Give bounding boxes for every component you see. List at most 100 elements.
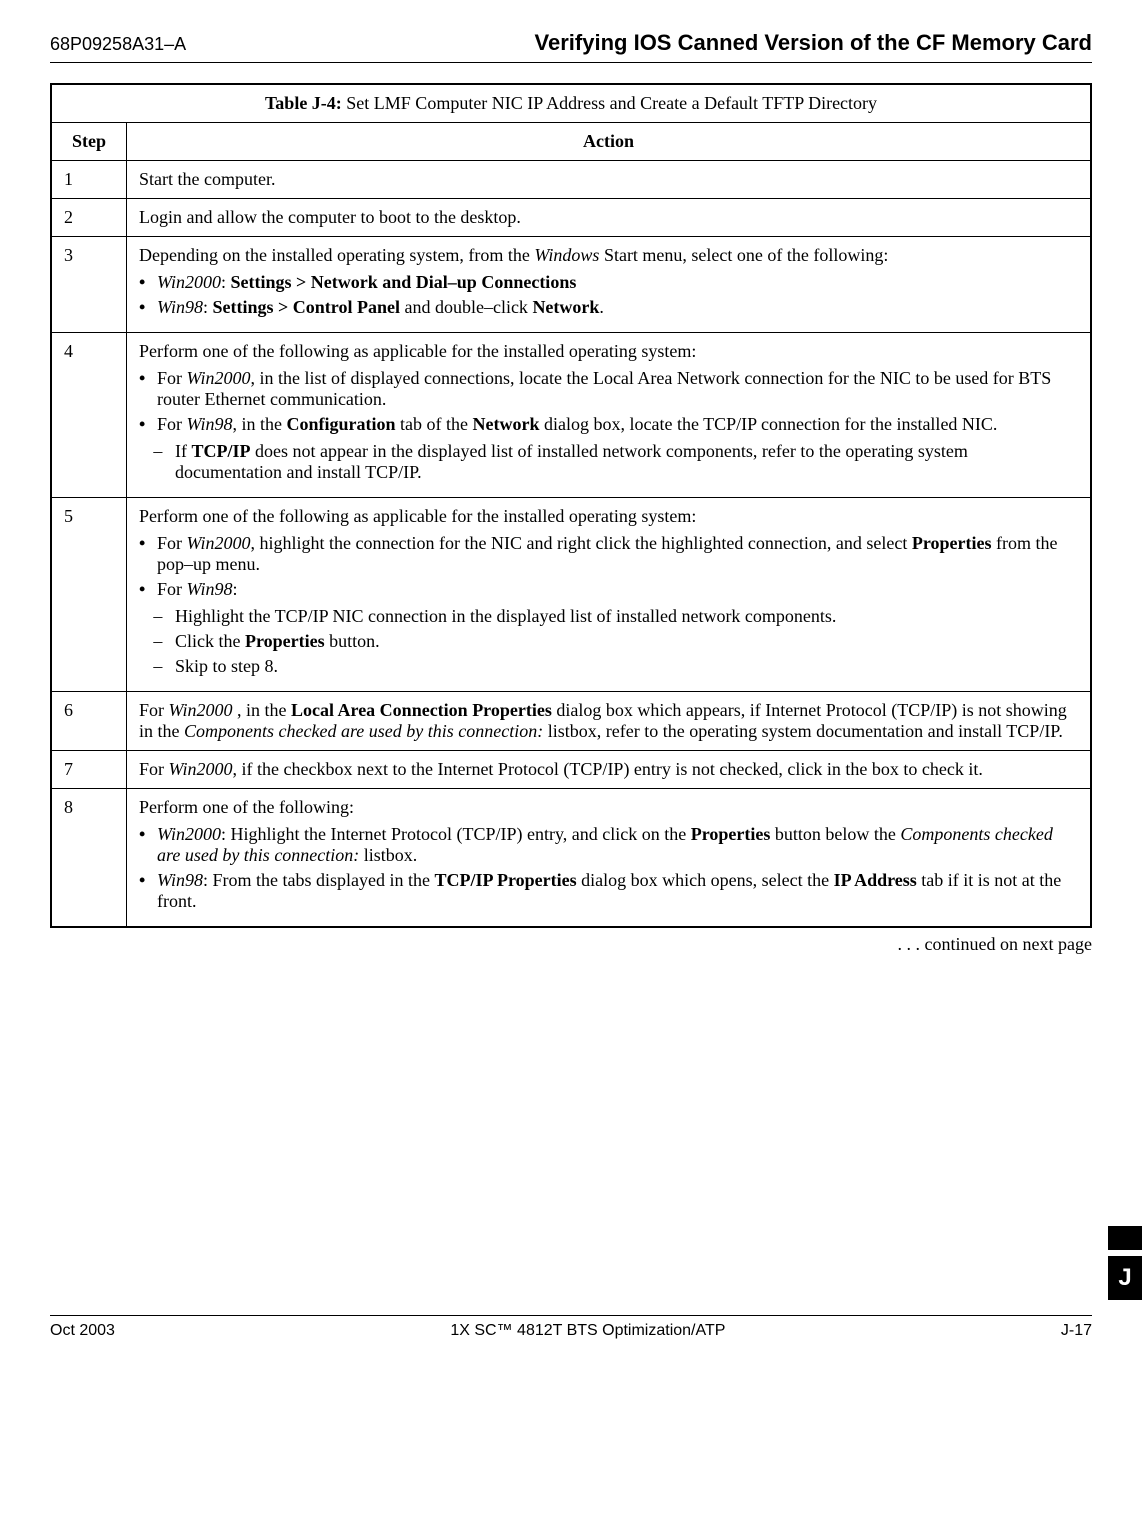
text: Win2000	[187, 533, 251, 553]
step-number: 3	[51, 237, 127, 333]
step-number: 6	[51, 692, 127, 751]
text: IP Address	[834, 870, 917, 890]
appendix-tab: J	[1108, 1256, 1142, 1300]
footer-title: 1X SC™ 4812T BTS Optimization/ATP	[450, 1322, 725, 1340]
text: button below the	[770, 824, 900, 844]
text: For	[157, 368, 187, 388]
step-link[interactable]: 8	[265, 656, 274, 676]
step-action: Start the computer.	[127, 161, 1092, 199]
page-footer: J Oct 2003 1X SC™ 4812T BTS Optimization…	[50, 1315, 1092, 1340]
table-row: 4 Perform one of the following as applic…	[51, 333, 1091, 498]
text: Win98	[157, 870, 203, 890]
text: Windows	[534, 245, 599, 265]
list-item: If TCP/IP does not appear in the display…	[175, 441, 1078, 483]
list-item: For Win98:	[157, 579, 1078, 600]
text: .	[599, 297, 604, 317]
step-action: Perform one of the following: Win2000: H…	[127, 789, 1092, 928]
step-action: Depending on the installed operating sys…	[127, 237, 1092, 333]
text: .	[274, 656, 279, 676]
text: Properties	[245, 631, 325, 651]
table-label: Table J-4:	[265, 93, 342, 113]
table-row: 8 Perform one of the following: Win2000:…	[51, 789, 1091, 928]
text: , highlight the connection for the NIC a…	[251, 533, 912, 553]
text: Settings > Control Panel	[213, 297, 400, 317]
step-number: 5	[51, 498, 127, 692]
list-item: Click the Properties button.	[175, 631, 1078, 652]
text: : From the tabs displayed in the	[203, 870, 434, 890]
text: :	[221, 272, 231, 292]
step-number: 4	[51, 333, 127, 498]
table-row: 5 Perform one of the following as applic…	[51, 498, 1091, 692]
text: :	[203, 297, 213, 317]
table-title-row: Table J-4: Set LMF Computer NIC IP Addre…	[51, 84, 1091, 123]
text: and double–click	[400, 297, 532, 317]
text: Network	[532, 297, 599, 317]
text: Win98	[187, 414, 233, 434]
text: Win2000	[169, 759, 233, 779]
text: Depending on the installed operating sys…	[139, 245, 534, 265]
table-row: 3 Depending on the installed operating s…	[51, 237, 1091, 333]
page-header: 68P09258A31–A Verifying IOS Canned Versi…	[50, 30, 1092, 63]
step-action: For Win2000, if the checkbox next to the…	[127, 751, 1092, 789]
footer-page-number: J-17	[1061, 1322, 1092, 1340]
text: listbox, refer to the operating system d…	[543, 721, 1063, 741]
text: listbox.	[359, 845, 417, 865]
column-header-action: Action	[127, 123, 1092, 161]
step-action: Perform one of the following as applicab…	[127, 333, 1092, 498]
text: Properties	[691, 824, 771, 844]
table-row: 1 Start the computer.	[51, 161, 1091, 199]
list-item: Win98: From the tabs displayed in the TC…	[157, 870, 1078, 912]
table-row: 7 For Win2000, if the checkbox next to t…	[51, 751, 1091, 789]
text: Perform one of the following as applicab…	[139, 506, 696, 526]
text: , in the	[233, 414, 287, 434]
text: For	[139, 759, 169, 779]
page-title: Verifying IOS Canned Version of the CF M…	[535, 30, 1092, 56]
document-id: 68P09258A31–A	[50, 34, 186, 55]
text: Win98	[157, 297, 203, 317]
text: Perform one of the following:	[139, 797, 354, 817]
text: Properties	[912, 533, 992, 553]
text: If	[175, 441, 192, 461]
side-tab-blank	[1108, 1226, 1142, 1250]
list-item: Win2000: Settings > Network and Dial–up …	[157, 272, 1078, 293]
text: Configuration	[287, 414, 396, 434]
text: dialog box, locate the TCP/IP connection…	[540, 414, 998, 434]
text: Network	[473, 414, 540, 434]
step-action: Login and allow the computer to boot to …	[127, 199, 1092, 237]
text: Win2000	[187, 368, 251, 388]
text: For	[157, 414, 187, 434]
text: , in the list of displayed connections, …	[157, 368, 1051, 409]
text: Settings > Network and Dial–up Connectio…	[231, 272, 577, 292]
step-number: 7	[51, 751, 127, 789]
text: , if the checkbox next to the Internet P…	[233, 759, 983, 779]
table-row: 6 For Win2000 , in the Local Area Connec…	[51, 692, 1091, 751]
step-action: For Win2000 , in the Local Area Connecti…	[127, 692, 1092, 751]
step-number: 8	[51, 789, 127, 928]
table-row: 2 Login and allow the computer to boot t…	[51, 199, 1091, 237]
list-item: For Win98, in the Configuration tab of t…	[157, 414, 1078, 435]
text: Perform one of the following as applicab…	[139, 341, 696, 361]
text: : Highlight the Internet Protocol (TCP/I…	[221, 824, 691, 844]
list-item: Win2000: Highlight the Internet Protocol…	[157, 824, 1078, 866]
step-number: 2	[51, 199, 127, 237]
text: Skip to step	[175, 656, 265, 676]
list-item: For Win2000, highlight the connection fo…	[157, 533, 1078, 575]
text: :	[233, 579, 238, 599]
text: For	[157, 533, 187, 553]
continued-label: . . . continued on next page	[50, 934, 1092, 955]
step-action: Perform one of the following as applicab…	[127, 498, 1092, 692]
text: TCP/IP Properties	[434, 870, 576, 890]
text: Win2000	[169, 700, 233, 720]
text: Win98	[187, 579, 233, 599]
text: Start menu, select one of the following:	[599, 245, 888, 265]
column-header-step: Step	[51, 123, 127, 161]
text: Win2000	[157, 824, 221, 844]
list-item: Highlight the TCP/IP NIC connection in t…	[175, 606, 1078, 627]
text: Components checked are used by this conn…	[184, 721, 543, 741]
footer-date: Oct 2003	[50, 1322, 115, 1340]
text: dialog box which opens, select the	[577, 870, 834, 890]
text: does not appear in the displayed list of…	[175, 441, 968, 482]
text: TCP/IP	[192, 441, 251, 461]
list-item: Skip to step 8.	[175, 656, 1078, 677]
procedure-table: Table J-4: Set LMF Computer NIC IP Addre…	[50, 83, 1092, 928]
